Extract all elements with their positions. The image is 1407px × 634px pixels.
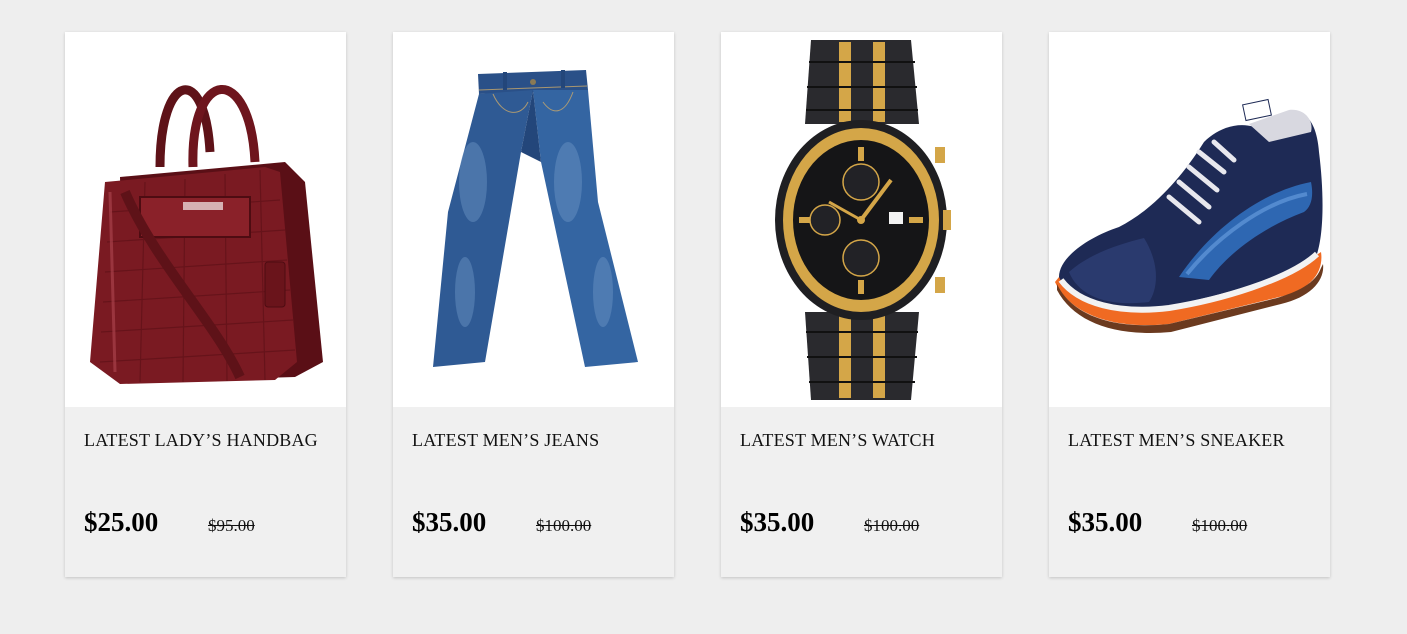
product-card-body: LATEST LADY’S HANDBAG $25.00 $95.00 (65, 407, 346, 577)
product-card-sneaker[interactable]: LATEST MEN’S SNEAKER $35.00 $100.00 (1049, 32, 1330, 577)
jeans-image (433, 70, 638, 367)
product-price: $35.00 (1068, 507, 1143, 537)
product-card-watch[interactable]: LATEST MEN’S WATCH $35.00 $100.00 (721, 32, 1002, 577)
price-row: $25.00 $95.00 (84, 507, 255, 538)
product-title[interactable]: LATEST MEN’S WATCH (740, 430, 935, 451)
sneaker-image (1055, 98, 1324, 333)
price-row: $35.00 $100.00 (412, 507, 591, 538)
product-card-handbag[interactable]: LATEST LADY’S HANDBAG $25.00 $95.00 (65, 32, 346, 577)
product-image-jeans[interactable] (393, 32, 674, 407)
product-old-price: $100.00 (864, 516, 920, 535)
product-title[interactable]: LATEST MEN’S SNEAKER (1068, 430, 1285, 451)
product-price: $25.00 (84, 507, 159, 537)
product-grid: LATEST LADY’S HANDBAG $25.00 $95.00 LATE… (65, 32, 1330, 577)
product-title[interactable]: LATEST MEN’S JEANS (412, 430, 599, 451)
product-card-body: LATEST MEN’S SNEAKER $35.00 $100.00 (1049, 407, 1330, 577)
price-row: $35.00 $100.00 (1068, 507, 1247, 538)
product-image-sneaker[interactable] (1049, 32, 1330, 407)
price-row: $35.00 $100.00 (740, 507, 919, 538)
product-image-watch[interactable] (721, 32, 1002, 407)
product-old-price: $95.00 (208, 516, 255, 535)
product-card-body: LATEST MEN’S JEANS $35.00 $100.00 (393, 407, 674, 577)
product-old-price: $100.00 (536, 516, 592, 535)
product-old-price: $100.00 (1192, 516, 1248, 535)
product-image-handbag[interactable] (65, 32, 346, 407)
product-price: $35.00 (412, 507, 487, 537)
product-title[interactable]: LATEST LADY’S HANDBAG (84, 430, 318, 451)
product-price: $35.00 (740, 507, 815, 537)
handbag-image (90, 85, 323, 384)
watch-image (775, 40, 951, 400)
product-card-jeans[interactable]: LATEST MEN’S JEANS $35.00 $100.00 (393, 32, 674, 577)
product-card-body: LATEST MEN’S WATCH $35.00 $100.00 (721, 407, 1002, 577)
